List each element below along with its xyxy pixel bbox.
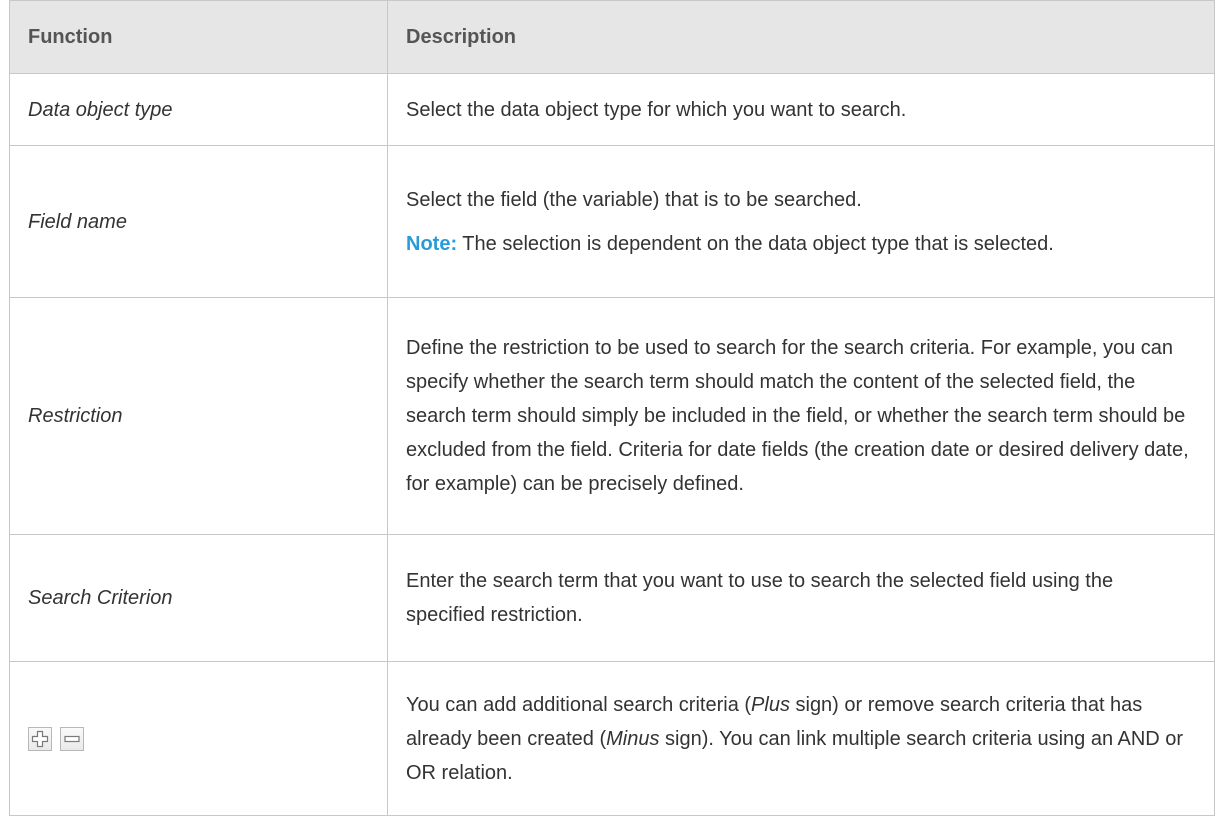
header-function: Function — [9, 0, 388, 74]
description-cell: Enter the search term that you want to u… — [387, 534, 1215, 662]
note-text: The selection is dependent on the data o… — [457, 232, 1054, 255]
function-cell: Field name — [9, 145, 388, 298]
description-text: You can add additional search criteria ( — [406, 693, 752, 716]
note-label: Note: — [406, 232, 458, 255]
plus-term: Plus — [751, 693, 790, 716]
table-row: Field name Select the field (the variabl… — [9, 145, 1215, 298]
table-row: Data object type Select the data object … — [9, 73, 1215, 146]
function-cell: Restriction — [9, 297, 388, 535]
note: Note: The selection is dependent on the … — [406, 227, 1196, 261]
function-cell — [9, 661, 388, 816]
function-table: Function Description Data object type Se… — [9, 0, 1215, 816]
description-text: Select the field (the variable) that is … — [406, 188, 862, 211]
table-row: Search Criterion Enter the search term t… — [9, 534, 1215, 662]
description-cell: Define the restriction to be used to sea… — [387, 297, 1215, 535]
minus-term: Minus — [606, 727, 660, 750]
description-cell: Select the data object type for which yo… — [387, 73, 1215, 146]
description-cell: You can add additional search criteria (… — [387, 661, 1215, 816]
table-row: Restriction Define the restriction to be… — [9, 297, 1215, 535]
minus-icon-glyph — [64, 735, 80, 742]
table-header-row: Function Description — [9, 0, 1215, 74]
description-cell: Select the field (the variable) that is … — [387, 145, 1215, 298]
icon-group — [28, 726, 369, 751]
table-row: You can add additional search criteria (… — [9, 661, 1215, 816]
header-description: Description — [387, 0, 1215, 74]
plus-icon-glyph — [31, 730, 49, 747]
plus-icon[interactable] — [28, 726, 52, 751]
function-cell: Data object type — [9, 73, 388, 146]
function-cell: Search Criterion — [9, 534, 388, 662]
minus-icon[interactable] — [60, 726, 84, 751]
